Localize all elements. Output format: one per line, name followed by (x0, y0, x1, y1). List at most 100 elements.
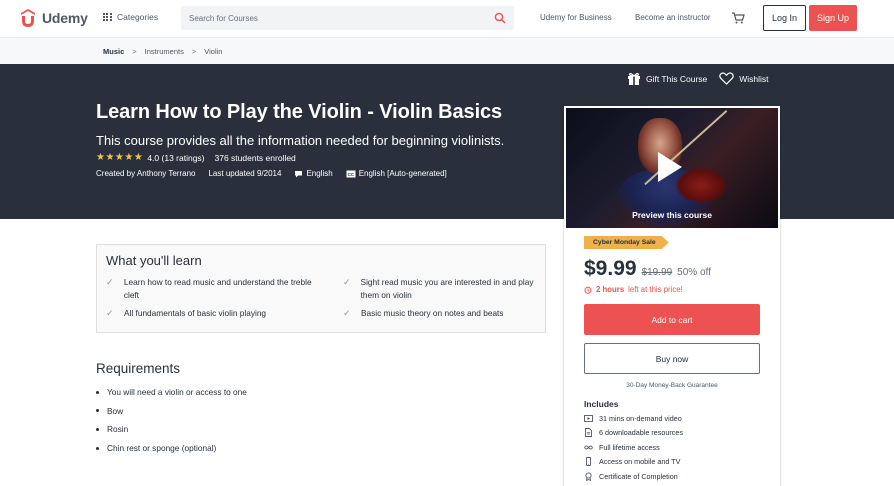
learn-item: ✓ Basic music theory on notes and beats (343, 307, 538, 320)
breadcrumb-item-instruments[interactable]: Instruments (145, 47, 184, 56)
check-icon: ✓ (106, 277, 114, 287)
language: English (294, 169, 333, 178)
search-input[interactable] (182, 7, 482, 29)
learn-item-text: Sight read music you are interested in a… (360, 277, 534, 300)
certificate-icon (585, 472, 592, 481)
cart-icon[interactable] (731, 11, 745, 25)
what-youll-learn-box: What you'll learn ✓ Learn how to read mu… (96, 244, 546, 333)
login-button[interactable]: Log In (763, 5, 806, 31)
grid-icon (103, 12, 112, 22)
add-to-cart-button[interactable]: Add to cart (584, 304, 760, 335)
preview-label: Preview this course (632, 210, 712, 220)
list-item: 31 mins on-demand video (584, 411, 683, 426)
top-nav: Udemy Categories Udemy for Business Beco… (0, 0, 894, 38)
course-meta: Created by Anthony Terrano Last updated … (96, 169, 447, 178)
closed-captions-icon: CC (346, 170, 356, 177)
udemy-logo-icon (21, 9, 35, 27)
breadcrumb-item-violin[interactable]: Violin (204, 47, 222, 56)
requirement-text: Rosin (107, 424, 129, 435)
breadcrumb-item-music[interactable]: Music (103, 47, 124, 56)
includes-list: 31 mins on-demand video 6 downloadable r… (584, 411, 683, 484)
buy-now-button[interactable]: Buy now (584, 343, 760, 374)
current-price: $9.99 (584, 257, 637, 280)
search-bar (181, 6, 514, 30)
timer-rest: left at this price! (628, 285, 683, 294)
speech-bubble-icon (295, 170, 303, 177)
udemy-logo[interactable]: Udemy (18, 8, 88, 28)
learn-title: What you'll learn (106, 253, 202, 268)
wishlist-button[interactable]: Wishlist (719, 72, 769, 85)
check-icon: ✓ (343, 308, 351, 318)
search-icon[interactable] (494, 12, 506, 24)
sale-timer: 2 hours left at this price! (584, 285, 683, 294)
wishlist-label: Wishlist (739, 73, 769, 84)
includes-title: Includes (584, 399, 619, 409)
svg-text:CC: CC (347, 172, 354, 177)
include-text: Certificate of Completion (599, 471, 678, 481)
students-enrolled: 376 students enrolled (214, 152, 296, 163)
categories-menu[interactable]: Categories (103, 12, 158, 22)
include-text: 31 mins on-demand video (599, 413, 682, 423)
course-subtitle: This course provides all the information… (96, 133, 505, 148)
infinity-icon (584, 445, 593, 450)
mobile-icon (586, 457, 591, 467)
file-icon (585, 428, 592, 438)
language-text: English (306, 169, 333, 178)
alarm-clock-icon (584, 286, 592, 294)
requirements-title: Requirements (96, 361, 181, 376)
bullet-icon (96, 409, 99, 413)
learn-item-text: Basic music theory on notes and beats (361, 308, 504, 318)
requirement-text: Chin rest or sponge (optional) (107, 443, 217, 454)
captions-text: English [Auto-generated] (358, 169, 447, 178)
last-updated: Last updated 9/2014 (208, 169, 282, 178)
udemy-business-link[interactable]: Udemy for Business (540, 13, 612, 22)
breadcrumb-separator: > (132, 46, 137, 56)
breadcrumb: Music > Instruments > Violin (0, 38, 894, 64)
brand-name: Udemy (42, 10, 88, 26)
star-rating-icon: ★★★★★ (96, 152, 144, 163)
course-preview-video[interactable]: Preview this course (566, 108, 778, 228)
include-text: 6 downloadable resources (599, 428, 683, 438)
gift-icon (628, 72, 640, 85)
gift-label: Gift This Course (646, 73, 708, 84)
signup-button[interactable]: Sign Up (809, 5, 857, 31)
requirement-text: Bow (107, 405, 124, 416)
rating-text[interactable]: 4.0 (13 ratings) (147, 153, 204, 163)
list-item: Rosin (96, 420, 247, 439)
bullet-icon (96, 427, 99, 431)
list-item: Full lifetime access (584, 440, 683, 455)
rating-row: ★★★★★ 4.0 (13 ratings) 376 students enro… (96, 152, 296, 163)
list-item: Access on mobile and TV (584, 455, 683, 470)
purchase-card: Preview this course Cyber Monday Sale $9… (564, 106, 780, 486)
timer-hours: 2 hours (596, 285, 625, 294)
include-text: Full lifetime access (599, 442, 660, 452)
money-back-guarantee: 30-Day Money-Back Guarantee (626, 382, 718, 389)
bullet-icon (96, 390, 99, 394)
include-text: Access on mobile and TV (599, 457, 681, 467)
list-item: 6 downloadable resources (584, 426, 683, 441)
become-instructor-link[interactable]: Become an instructor (635, 13, 711, 22)
gift-course-button[interactable]: Gift This Course (627, 72, 707, 85)
play-icon[interactable] (658, 152, 682, 182)
requirements-list: You will need a violin or access to one … (96, 383, 247, 457)
price-row: $9.99 $19.99 50% off (584, 257, 711, 281)
requirement-text: You will need a violin or access to one (107, 387, 247, 398)
learn-item: ✓ Sight read music you are interested in… (343, 276, 538, 301)
check-icon: ✓ (343, 277, 351, 287)
categories-label: Categories (117, 12, 159, 22)
learn-item: ✓ Learn how to read music and understand… (106, 276, 326, 301)
preview-image-violin (676, 168, 726, 203)
bullet-icon (96, 446, 99, 450)
check-icon: ✓ (106, 308, 114, 318)
captions: CC English [Auto-generated] (346, 169, 447, 178)
list-item: Chin rest or sponge (optional) (96, 439, 247, 458)
learn-item-text: Learn how to read music and understand t… (123, 277, 312, 300)
heart-icon (719, 72, 735, 85)
discount-percent: 50% off (677, 267, 711, 278)
sale-badge: Cyber Monday Sale (584, 236, 669, 249)
list-item: Bow (96, 402, 247, 421)
learn-item-text: All fundamentals of basic violin playing (124, 308, 267, 318)
created-by[interactable]: Created by Anthony Terrano (96, 169, 195, 178)
breadcrumb-separator: > (191, 46, 197, 56)
learn-item: ✓ All fundamentals of basic violin playi… (106, 307, 326, 320)
